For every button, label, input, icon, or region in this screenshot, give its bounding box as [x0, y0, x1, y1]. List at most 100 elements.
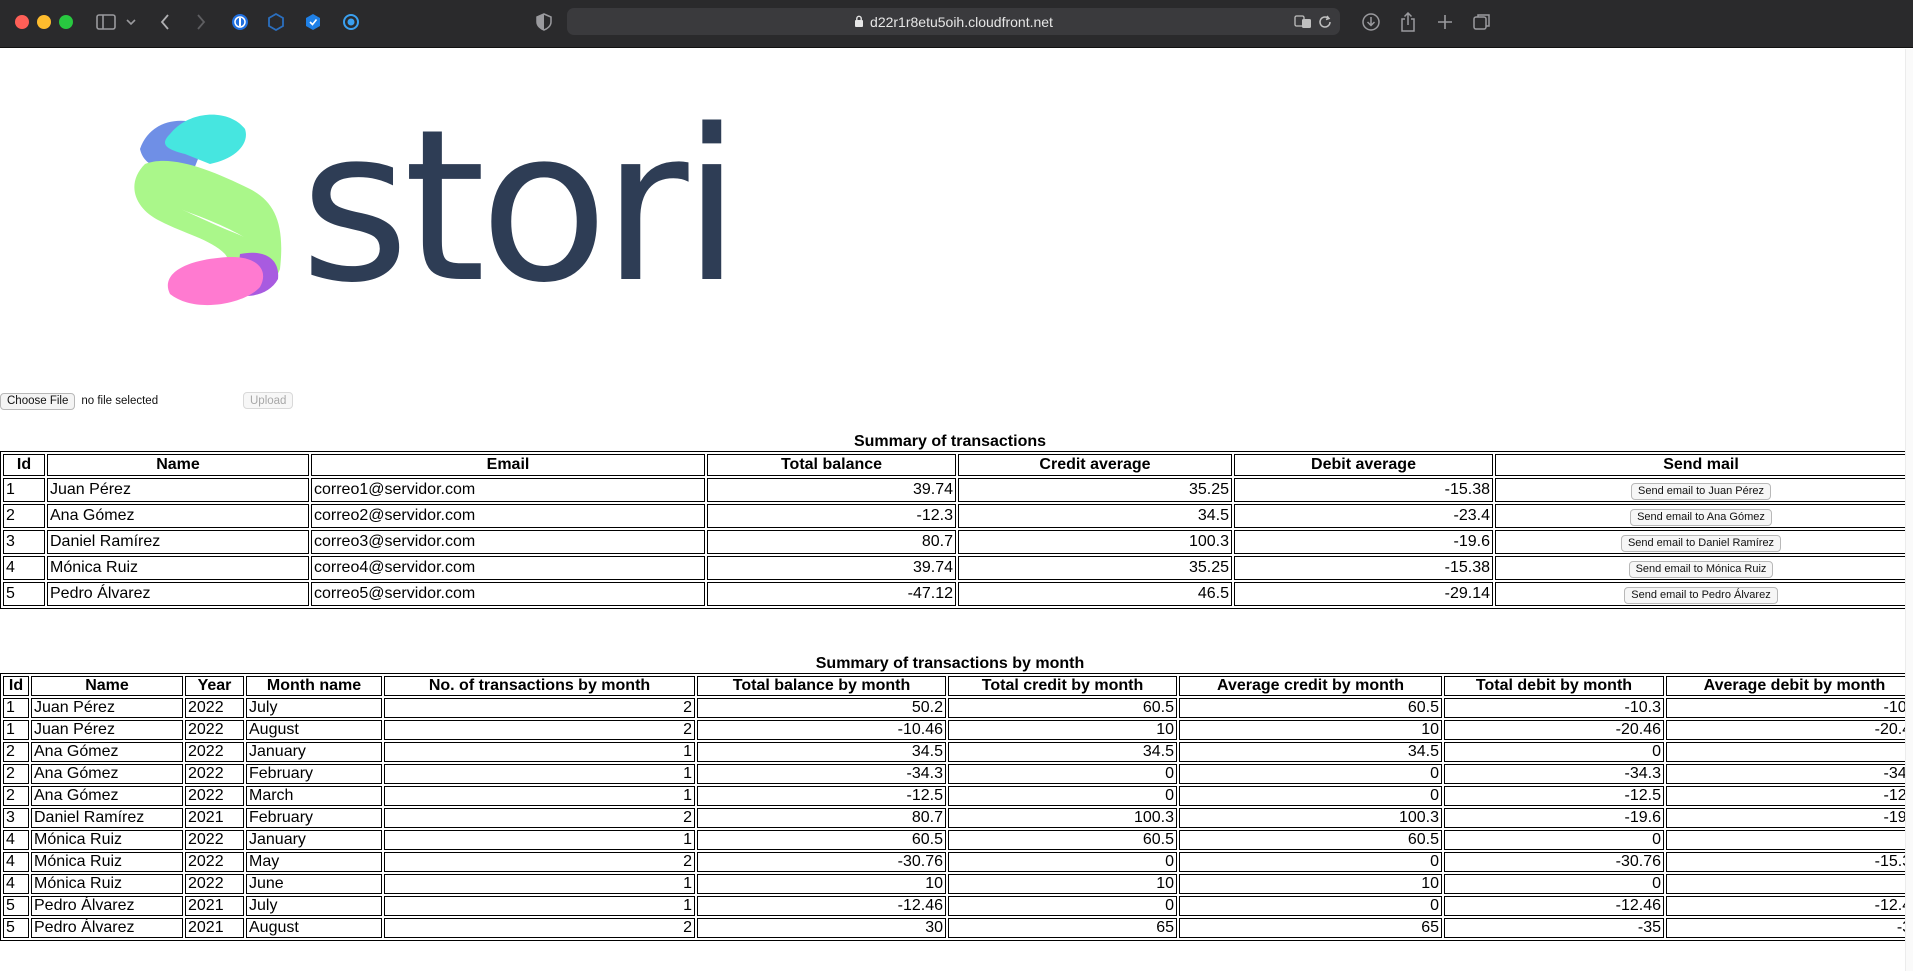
monthly-column-header: Id [3, 676, 29, 696]
summary-cell-total-balance: 80.7 [707, 530, 956, 554]
tab-overview-icon[interactable] [1471, 10, 1493, 34]
page-scrollbar[interactable] [1905, 49, 1913, 971]
summary-cell-email: correo4@servidor.com [311, 556, 705, 580]
monthly-column-header: Total balance by month [697, 676, 946, 696]
monthly-cell-name: Ana Gómez [31, 764, 183, 784]
monthly-caption: Summary of transactions by month [815, 655, 1085, 672]
send-email-button[interactable]: Send email to Mónica Ruiz [1628, 560, 1774, 578]
monthly-cell-avg-credit: 60.5 [1179, 698, 1442, 718]
summary-cell-total-balance: 39.74 [707, 478, 956, 502]
monthly-cell-total-balance: 34.5 [697, 742, 946, 762]
monthly-row: 4Mónica Ruiz2022January160.560.560.500 [3, 830, 1913, 850]
monthly-cell-total-debit: 0 [1444, 874, 1664, 894]
monthly-cell-name: Daniel Ramírez [31, 808, 183, 828]
monthly-cell-avg-credit: 60.5 [1179, 830, 1442, 850]
monthly-cell-total-debit: -12.5 [1444, 786, 1664, 806]
new-tab-icon[interactable] [1434, 10, 1456, 34]
send-email-button[interactable]: Send email to Ana Gómez [1630, 508, 1772, 526]
forward-icon[interactable] [192, 10, 210, 34]
monthly-cell-name: Pedro Álvarez [31, 918, 183, 938]
monthly-cell-total-credit: 34.5 [948, 742, 1177, 762]
summary-cell-id: 1 [3, 478, 45, 502]
monthly-cell-count: 1 [384, 874, 695, 894]
summary-cell-total-balance: 39.74 [707, 556, 956, 580]
chevron-down-icon[interactable] [124, 10, 138, 34]
sidebar-toggle-icon[interactable] [94, 10, 118, 34]
summary-cell-id: 4 [3, 556, 45, 580]
monthly-cell-total-credit: 0 [948, 764, 1177, 784]
monthly-cell-id: 4 [3, 830, 29, 850]
password-manager-extension-icon[interactable] [230, 10, 250, 34]
back-icon[interactable] [156, 10, 174, 34]
monthly-cell-avg-debit: -12.46 [1666, 896, 1913, 916]
monthly-column-header: Total debit by month [1444, 676, 1664, 696]
minimize-window-button[interactable] [37, 15, 51, 29]
monthly-column-header: Average credit by month [1179, 676, 1442, 696]
monthly-cell-total-balance: -10.46 [697, 720, 946, 740]
monthly-cell-total-credit: 100.3 [948, 808, 1177, 828]
page-content: stori Choose File no file selected Uploa… [0, 49, 1913, 971]
upload-form: Choose File no file selected Upload [0, 392, 294, 410]
monthly-cell-avg-credit: 10 [1179, 720, 1442, 740]
summary-cell-credit-average: 100.3 [958, 530, 1232, 554]
send-email-button[interactable]: Send email to Juan Pérez [1631, 482, 1771, 500]
monthly-cell-count: 2 [384, 720, 695, 740]
stori-wordmark: stori [300, 109, 735, 309]
reload-icon[interactable] [1318, 12, 1332, 32]
summary-cell-name: Daniel Ramírez [47, 530, 309, 554]
monthly-cell-count: 2 [384, 852, 695, 872]
fullscreen-window-button[interactable] [59, 15, 73, 29]
choose-file-button[interactable]: Choose File [0, 392, 76, 410]
monthly-cell-id: 4 [3, 852, 29, 872]
hexagon-extension-icon[interactable] [266, 10, 286, 34]
close-window-button[interactable] [15, 15, 29, 29]
summary-table: Id Name Email Total balance Credit average De… [0, 451, 1910, 609]
monthly-cell-total-credit: 10 [948, 874, 1177, 894]
monthly-cell-name: Juan Pérez [31, 698, 183, 718]
monthly-cell-avg-debit: -10.3 [1666, 698, 1913, 718]
monthly-cell-avg-debit: 0 [1666, 830, 1913, 850]
monthly-cell-total-credit: 65 [948, 918, 1177, 938]
summary-row: 2 Ana Gómez correo2@servidor.com -12.3 34.5-… [3, 504, 1907, 528]
summary-cell-name: Mónica Ruiz [47, 556, 309, 580]
monthly-cell-id: 2 [3, 764, 29, 784]
monthly-cell-count: 1 [384, 830, 695, 850]
share-icon[interactable] [1397, 10, 1419, 34]
send-email-button[interactable]: Send email to Daniel Ramírez [1620, 534, 1782, 552]
monthly-header-row: Id Name Year Month name No. of transactions … [3, 676, 1913, 696]
summary-row: 1 Juan Pérez correo1@servidor.com 39.74 35.2… [3, 478, 1907, 502]
monthly-cell-year: 2022 [185, 698, 244, 718]
summary-cell-name: Ana Gómez [47, 504, 309, 528]
monthly-cell-count: 1 [384, 786, 695, 806]
address-bar[interactable]: d22r1r8etu5oih.cloudfront.net [567, 8, 1340, 35]
privacy-shield-icon[interactable] [534, 10, 554, 34]
summary-cell-email: correo2@servidor.com [311, 504, 705, 528]
monthly-cell-total-debit: 0 [1444, 742, 1664, 762]
monthly-cell-name: Juan Pérez [31, 720, 183, 740]
upload-button[interactable]: Upload [243, 392, 294, 409]
summary-body: 1 Juan Pérez correo1@servidor.com 39.74 35.2… [3, 478, 1907, 606]
monthly-cell-total-balance: -34.3 [697, 764, 946, 784]
monthly-row: 3 Daniel Ramírez 2021 February 2 80.7 100.3 100… [3, 808, 1913, 828]
circle-extension-icon[interactable] [341, 10, 361, 34]
monthly-row: 1 Juan Pérez 2022 August 2 -10.46 10 10 -20.46 -2… [3, 720, 1913, 740]
monthly-cell-month: May [246, 852, 382, 872]
monthly-cell-avg-debit: 0 [1666, 742, 1913, 762]
monthly-column-header: Average debit by month [1666, 676, 1913, 696]
downloads-icon[interactable] [1360, 10, 1382, 34]
shield-extension-icon[interactable] [303, 10, 323, 34]
monthly-cell-total-balance: 60.5 [697, 830, 946, 850]
monthly-cell-month: March [246, 786, 382, 806]
monthly-cell-year: 2022 [185, 720, 244, 740]
summary-cell-email: correo5@servidor.com [311, 582, 705, 606]
monthly-cell-month: August [246, 720, 382, 740]
monthly-cell-total-debit: -10.3 [1444, 698, 1664, 718]
send-mail-cell: Send email to Pedro Álvarez [1495, 582, 1907, 606]
monthly-cell-avg-credit: 0 [1179, 852, 1442, 872]
monthly-cell-month: August [246, 918, 382, 938]
monthly-cell-avg-debit: -20.46 [1666, 720, 1913, 740]
monthly-cell-year: 2022 [185, 786, 244, 806]
translate-icon[interactable] [1294, 12, 1312, 32]
monthly-cell-total-debit: -35 [1444, 918, 1664, 938]
send-email-button[interactable]: Send email to Pedro Álvarez [1624, 586, 1778, 604]
